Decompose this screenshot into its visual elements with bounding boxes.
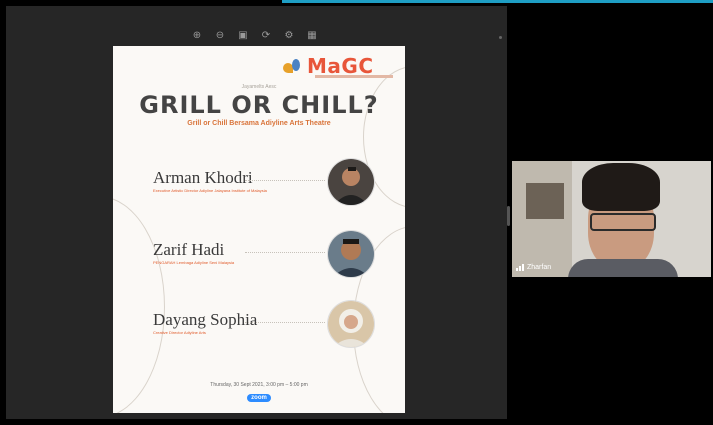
speaker-role: Executive Artistic Director Adiyline Jal… [153,188,267,193]
video-background [512,161,572,277]
speaker-card: Zarif Hadi ADV PENGARAH Lembaga Adiyline… [153,230,375,286]
speaker-name: Dayang Sophia [153,310,258,329]
poster-title: GRILL OR CHILL? [139,91,379,119]
connection-signal-icon [516,264,524,271]
participant-video-tile[interactable]: Zharfan [512,161,711,277]
participant-shirt [568,259,678,277]
logo-mark-icon [283,57,303,75]
grid-icon[interactable]: ▦ [305,28,319,42]
poster-kicker: Jayamelts Aesc [241,84,277,90]
event-date: Thursday, 30 Sept 2021, 3:00 pm – 5:00 p… [210,382,308,388]
divider [245,322,325,323]
viewer-toolbar: ⊕ ⊖ ▣ ⟳ ⚙ ▦ [190,26,319,44]
divider [245,180,325,181]
participant-glasses [590,213,656,231]
zoom-in-icon[interactable]: ⊕ [190,28,204,42]
speaker-photo [327,230,375,278]
speaker-name: Zarif Hadi [153,240,225,259]
divider [245,252,325,253]
settings-icon[interactable]: ⚙ [282,28,296,42]
rotate-icon[interactable]: ⟳ [259,28,273,42]
speaker-photo [327,300,375,348]
speaker-card: Arman Khodri MENT Executive Artistic Dir… [153,158,375,214]
poster-subtitle: Grill or Chill Bersama Adiyline Arts The… [187,120,331,127]
speaker-card: Dayang Sophia TMM Creative Director Adiy… [153,300,375,356]
fit-icon[interactable]: ▣ [236,28,250,42]
zoom-out-icon[interactable]: ⊖ [213,28,227,42]
speaker-role: PENGARAH Lembaga Adiyline Seni Malaysia [153,260,235,265]
participant-hair [582,163,660,211]
participant-name: Zharfan [527,264,552,271]
video-background-object [526,183,564,219]
more-options-icon[interactable] [499,36,502,39]
participant-name-bar: Zharfan [516,264,551,271]
event-poster: MaGC Jayamelts Aesc GRILL OR CHILL? Gril… [113,46,405,413]
active-speaker-accent [282,0,713,3]
panel-resize-handle[interactable] [507,206,510,226]
speaker-photo [327,158,375,206]
zoom-logo: zoom [247,394,271,402]
speaker-name: Arman Khodri [153,168,253,187]
platform-badge: zoom [113,394,405,402]
speaker-role: Creative Director Adiyline Arts [153,330,206,335]
logo-tagline-bar [315,75,393,78]
